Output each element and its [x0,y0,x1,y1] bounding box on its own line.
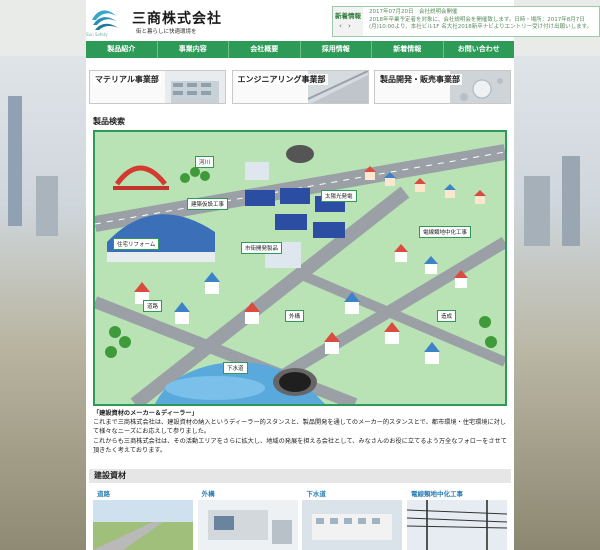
company-tagline: 街と暮らしに快適環境を [136,29,197,35]
logo-wave-icon[interactable] [90,4,120,32]
map-label-river[interactable]: 河川 [195,156,215,168]
map-label-exterior[interactable]: 外構 [285,310,305,322]
news-arrows: ‹ › [339,22,355,30]
division-label: マテリアル事業部 [93,74,161,85]
material-photo [165,71,225,103]
card-underground[interactable]: 電線類地中化工事 [406,488,507,550]
division-banners: マテリアル事業部 エンジニアリング事業部 製品開発・販売事業部 [89,70,511,104]
intro-text: 「建設資材のメーカー＆ディーラー」 これまで三商株式会社は、建設資材の納入という… [93,409,507,455]
map-label-temporary-works[interactable]: 建築仮設工事 [187,198,229,210]
card-label: 下水道 [306,490,326,498]
card-road[interactable]: 道路 [93,488,193,550]
news-line: (月)10:00より、本社ビル1F 名大社2018新卒ナビよりエントリー受け付け… [369,24,593,30]
division-label: 製品開発・販売事業部 [378,74,462,85]
card-sewer[interactable]: 下水道 [302,488,403,550]
background-city-right [514,56,600,550]
materials-cards: 道路 外構 下水道 電線類地中化工事 [93,488,507,550]
map-label-urban-dev[interactable]: 市街開発製品 [241,242,283,254]
nav-contact[interactable]: お問い合わせ [444,41,515,58]
underground-photo [406,500,507,550]
division-product-dev[interactable]: 製品開発・販売事業部 [374,70,511,104]
materials-title: 建設資材 [89,469,511,483]
map-label-underground[interactable]: 電線類地中化工事 [419,226,472,238]
main-nav: 製品紹介 事業内容 会社概要 採用情報 新着情報 お問い合わせ [86,41,514,58]
nav-business[interactable]: 事業内容 [158,41,229,58]
exterior-photo [197,500,298,550]
site-header: Sun Safety 三商株式会社 街と暮らしに快適環境を 新着情報 ‹ › 2… [86,0,600,41]
news-prev-icon[interactable]: ‹ [339,22,342,30]
news-text[interactable]: 2017年07月20日 会社説明会開催 2018年卒業予定者を対象に、会社説明会… [369,9,597,32]
card-label: 外構 [201,490,215,498]
card-exterior[interactable]: 外構 [197,488,298,550]
logo-caption: Sun Safety [86,32,108,37]
news-line: 2017年07月20日 会社説明会開催 [369,9,458,15]
division-material[interactable]: マテリアル事業部 [89,70,226,104]
product-search-map: 河川 建築仮設工事 太陽光発電 住宅リフォーム 市街開発製品 電線類地中化工事 … [93,130,507,406]
nav-products[interactable]: 製品紹介 [86,41,158,58]
road-photo [93,500,193,550]
background-city-left [0,56,86,550]
nav-recruit[interactable]: 採用情報 [301,41,372,58]
company-name[interactable]: 三商株式会社 [132,8,222,28]
map-label-land[interactable]: 造成 [437,310,457,322]
card-label: 道路 [97,490,110,498]
map-label-sewer[interactable]: 下水道 [223,362,248,374]
news-next-icon[interactable]: › [348,22,351,30]
news-line: 2018年卒業予定者を対象に、会社説明会を開催致します。日時・場所：2017年8… [369,16,585,23]
nav-news[interactable]: 新着情報 [372,41,444,58]
nav-company[interactable]: 会社概要 [229,41,301,58]
product-search-title: 製品検索 [93,117,125,126]
map-label-road[interactable]: 道路 [143,300,163,312]
intro-paragraph-1: これまで三商株式会社は、建設資材の納入というディーラー的スタンスと、製品開発を通… [93,419,507,436]
city-illustration [95,132,505,404]
intro-paragraph-2: これからも三商株式会社は、その活動エリアをさらに拡大し、地域の発展を担える会社と… [93,437,507,454]
division-engineering[interactable]: エンジニアリング事業部 [231,70,369,104]
card-label: 電線類地中化工事 [410,490,463,498]
news-ticker: 新着情報 ‹ › 2017年07月20日 会社説明会開催 2018年卒業予定者を… [332,6,600,37]
intro-heading: 「建設資材のメーカー＆ディーラー」 [93,410,198,417]
sewer-photo [302,500,403,550]
map-label-solar[interactable]: 太陽光発電 [321,190,357,202]
map-label-renovation[interactable]: 住宅リフォーム [113,238,160,250]
division-label: エンジニアリング事業部 [235,74,328,85]
